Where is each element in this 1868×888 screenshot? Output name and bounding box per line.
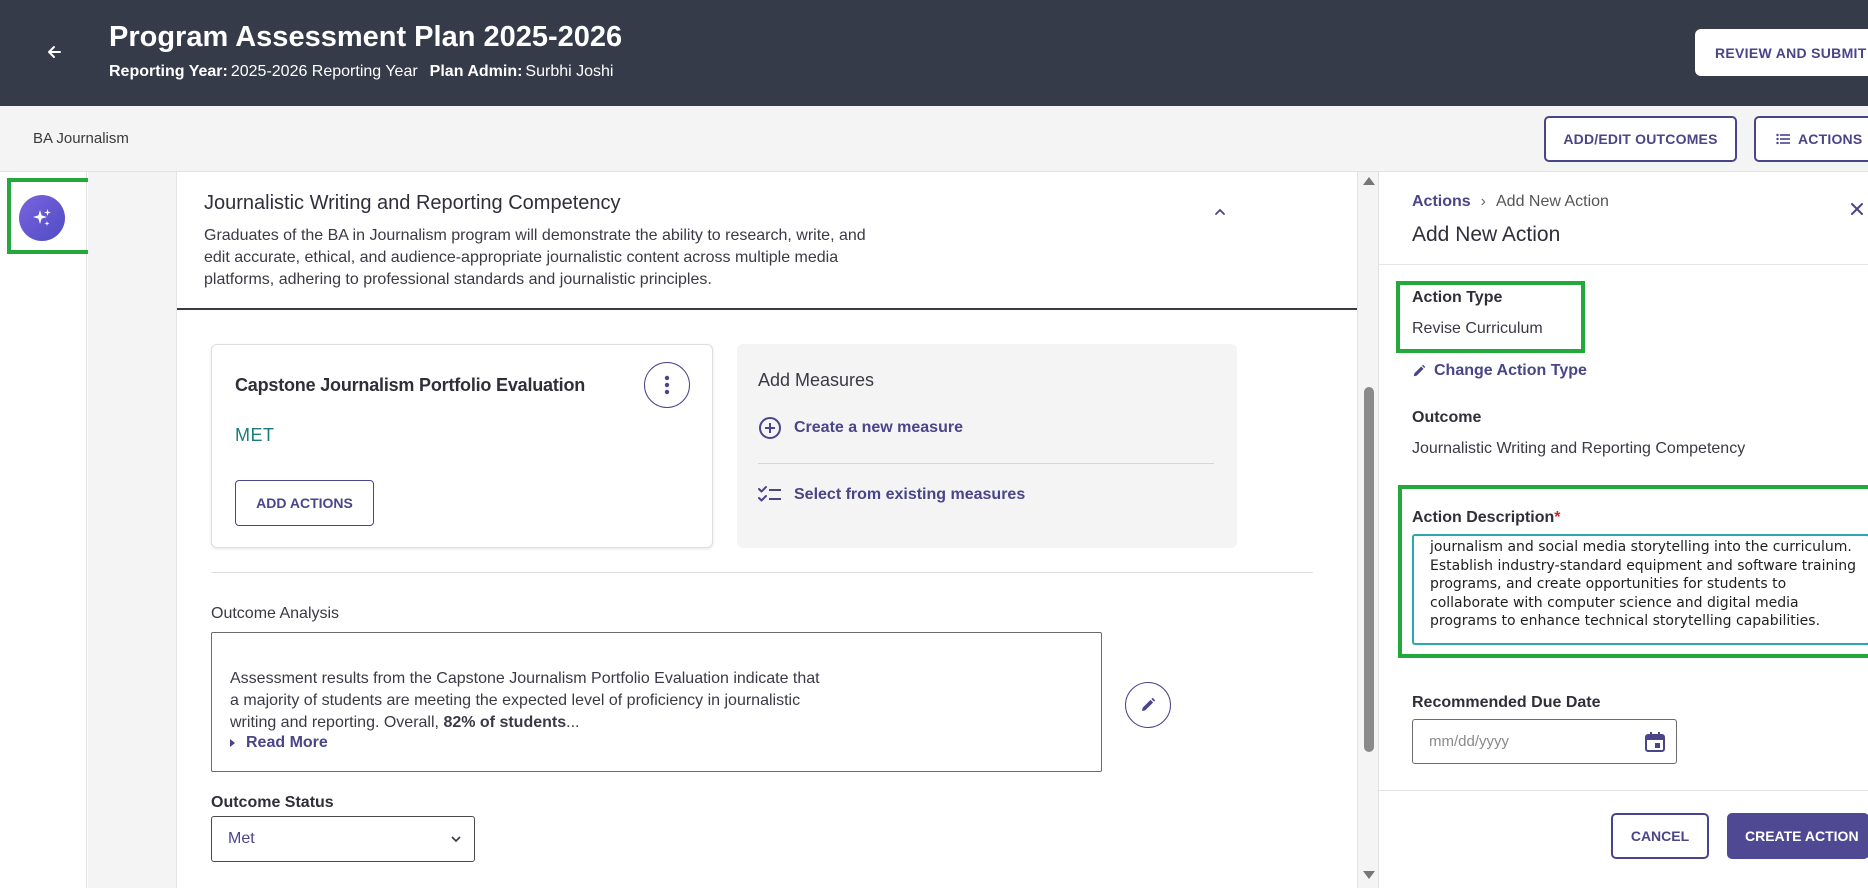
scroll-thumb[interactable] (1364, 387, 1374, 752)
outcome-analysis-label: Outcome Analysis (211, 605, 340, 622)
actions-button[interactable]: ACTIONS (1754, 116, 1868, 162)
action-description-label: Action Description* (1412, 509, 1560, 527)
chevron-down-icon (451, 836, 461, 843)
action-type-label: Action Type (1412, 289, 1503, 306)
drawer-title: Add New Action (1412, 223, 1561, 246)
sparkle-icon (33, 209, 51, 226)
review-and-submit-button[interactable]: REVIEW AND SUBMIT (1695, 29, 1868, 76)
add-actions-button[interactable]: ADD ACTIONS (235, 480, 374, 526)
program-name: BA Journalism (33, 130, 129, 147)
add-measures-panel: Add Measures Create a new measure Select… (737, 344, 1237, 548)
checklist-icon (758, 486, 781, 502)
add-measures-title: Add Measures (758, 370, 875, 390)
required-mark: * (1554, 509, 1561, 526)
select-existing-measures-label: Select from existing measures (794, 486, 1026, 503)
pencil-icon (1142, 697, 1156, 711)
measure-card: Capstone Journalism Portfolio Evaluation… (211, 344, 713, 548)
back-button[interactable] (40, 38, 68, 66)
change-action-type-label: Change Action Type (1434, 362, 1587, 379)
reporting-year-value: 2025-2026 Reporting Year (230, 63, 418, 80)
measure-status: MET (235, 425, 275, 445)
calendar-icon[interactable] (1643, 730, 1667, 754)
left-rail (0, 172, 95, 888)
outcome-label: Outcome (1412, 409, 1482, 426)
create-measure-label: Create a new measure (794, 419, 963, 436)
top-header: Program Assessment Plan 2025-2026 Report… (0, 0, 1868, 106)
section-divider (211, 572, 1313, 573)
drawer-footer-divider (1379, 790, 1868, 791)
add-action-drawer: Actions › Add New Action Add New Action … (1378, 172, 1868, 888)
change-action-type-link[interactable]: Change Action Type (1412, 362, 1587, 380)
scroll-up-arrow-icon[interactable] (1363, 177, 1375, 185)
outcome-analysis-text: Assessment results from the Capstone Jou… (230, 668, 830, 734)
breadcrumb-separator: › (1480, 193, 1486, 210)
select-existing-measures-link[interactable]: Select from existing measures (758, 481, 1025, 509)
main-scrollbar[interactable] (1360, 172, 1378, 888)
due-date-label: Recommended Due Date (1412, 694, 1601, 711)
chevron-up-icon[interactable] (1210, 202, 1230, 222)
action-description-label-text: Action Description (1412, 509, 1555, 526)
reporting-year-label: Reporting Year: (109, 63, 228, 80)
breadcrumb-current: Add New Action (1496, 193, 1609, 210)
caret-right-icon (230, 739, 235, 747)
add-edit-outcomes-button[interactable]: ADD/EDIT OUTCOMES (1544, 116, 1737, 162)
page-title: Program Assessment Plan 2025-2026 (109, 21, 623, 53)
close-icon[interactable] (1847, 199, 1867, 219)
drawer-header-divider (1379, 264, 1868, 265)
create-action-button[interactable]: CREATE ACTION (1727, 813, 1868, 859)
outcome-description: Graduates of the BA in Journalism progra… (204, 227, 866, 288)
outcome-card: Journalistic Writing and Reporting Compe… (176, 172, 1358, 888)
arrow-left-icon (48, 46, 61, 58)
program-bar: BA Journalism ADD/EDIT OUTCOMES ACTIONS (0, 106, 1868, 172)
outcome-value: Journalistic Writing and Reporting Compe… (1412, 440, 1746, 457)
outcome-analysis-box: Assessment results from the Capstone Jou… (211, 632, 1102, 772)
add-measures-divider (758, 463, 1214, 464)
action-description-text: journalism and social media storytelling… (1430, 539, 1857, 629)
plan-admin-label: Plan Admin: (429, 63, 523, 80)
scroll-down-arrow-icon[interactable] (1363, 871, 1375, 879)
ai-assistant-button[interactable] (19, 195, 65, 241)
outcome-title: Journalistic Writing and Reporting Compe… (204, 192, 621, 214)
plan-admin-value: Surbhi Joshi (525, 63, 614, 80)
due-date-input[interactable]: mm/dd/yyyy (1412, 719, 1677, 764)
pencil-icon (1413, 364, 1426, 377)
breadcrumb-actions-link[interactable]: Actions (1412, 193, 1471, 211)
action-type-value: Revise Curriculum (1412, 320, 1543, 337)
cancel-button[interactable]: CANCEL (1611, 813, 1709, 859)
analysis-text-emphasis: 82% of students (443, 714, 567, 731)
measure-title: Capstone Journalism Portfolio Evaluation (235, 375, 586, 395)
outcome-divider (177, 308, 1357, 310)
measure-menu-button[interactable] (644, 362, 690, 408)
outcome-status-value: Met (228, 830, 255, 847)
edit-analysis-button[interactable] (1125, 682, 1171, 728)
plan-meta: Reporting Year: 2025-2026 Reporting Year P… (109, 63, 613, 81)
more-vertical-icon (664, 375, 670, 395)
breadcrumb: Actions › Add New Action (1412, 193, 1609, 211)
create-measure-link[interactable]: Create a new measure (758, 414, 963, 442)
plus-circle-icon (759, 417, 781, 439)
outcome-status-label: Outcome Status (211, 794, 334, 811)
read-more-link[interactable]: Read More (230, 734, 328, 752)
analysis-text-ellipsis: ... (566, 714, 580, 731)
actions-button-label: ACTIONS (1798, 131, 1863, 147)
due-date-placeholder: mm/dd/yyyy (1429, 733, 1510, 750)
app-root: Program Assessment Plan 2025-2026 Report… (0, 0, 1868, 888)
action-description-textarea[interactable]: journalism and social media storytelling… (1412, 534, 1868, 645)
list-icon (1776, 133, 1790, 145)
main-content: Journalistic Writing and Reporting Compe… (88, 172, 1368, 888)
outcome-status-select[interactable]: Met (211, 816, 475, 862)
read-more-label: Read More (246, 734, 328, 751)
